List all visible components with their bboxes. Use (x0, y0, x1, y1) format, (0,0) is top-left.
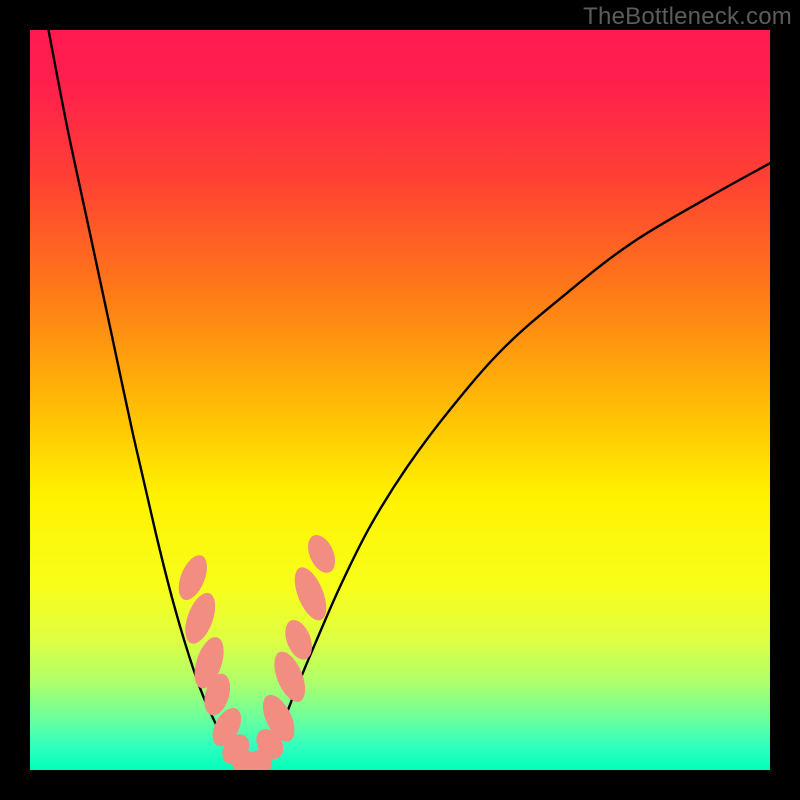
bottleneck-curve-chart (30, 30, 770, 770)
watermark-text: TheBottleneck.com (583, 3, 792, 31)
chart-background-gradient (30, 30, 770, 770)
chart-frame (30, 30, 770, 770)
